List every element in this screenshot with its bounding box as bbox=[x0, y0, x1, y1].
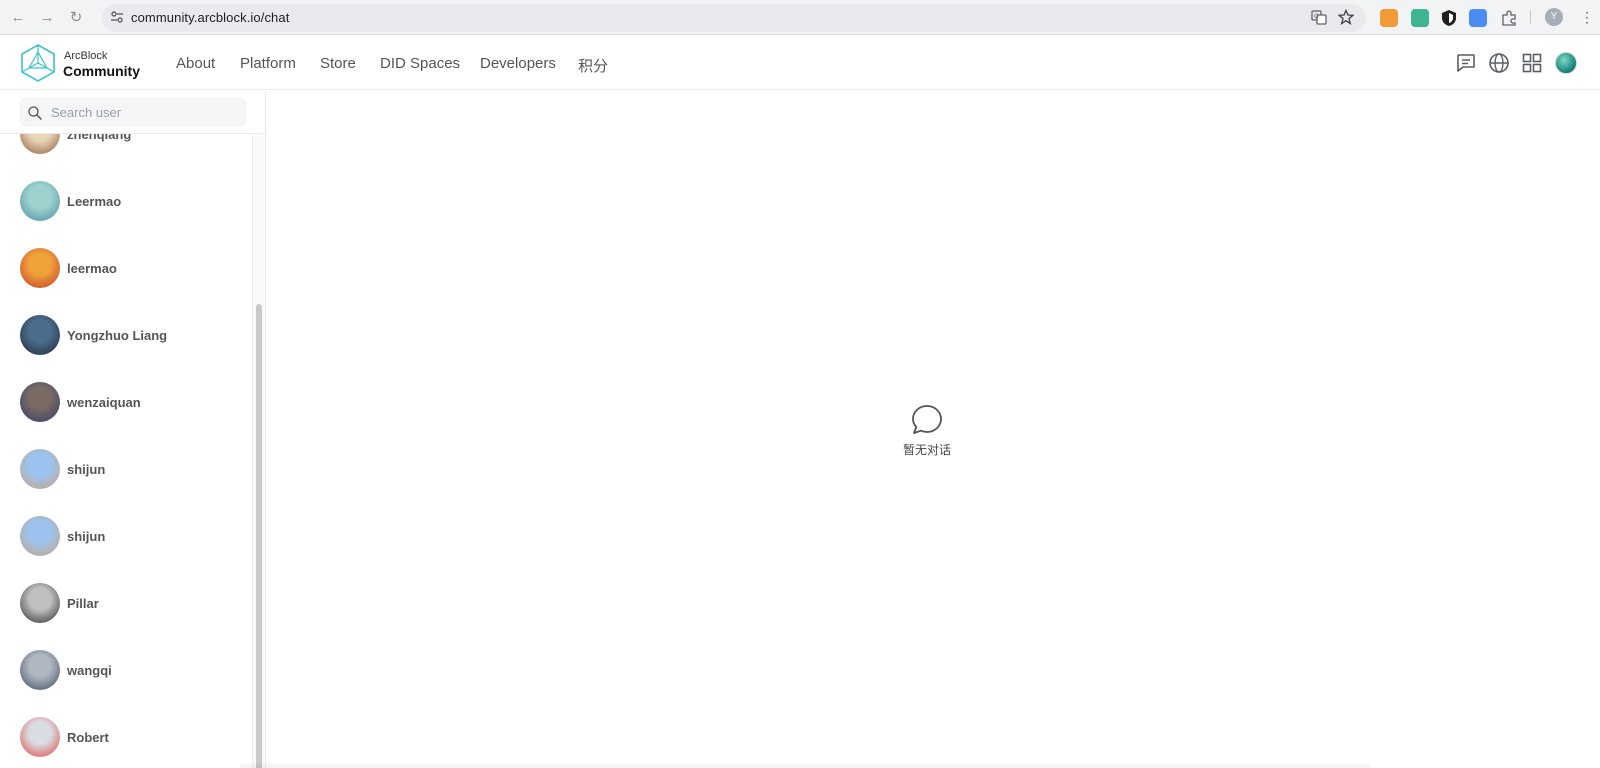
address-bar[interactable] bbox=[102, 4, 1366, 32]
list-item[interactable]: shijun bbox=[0, 437, 250, 501]
message-icon[interactable] bbox=[1454, 51, 1478, 75]
list-item[interactable]: shijun bbox=[0, 504, 250, 568]
browser-toolbar: ← → ↻ community.arcblock.io/chat G Y ⋮ bbox=[0, 0, 1600, 35]
browser-profile-avatar[interactable]: Y bbox=[1545, 8, 1563, 26]
nav-developers[interactable]: Developers bbox=[480, 55, 556, 72]
list-item[interactable]: wenzaiquan bbox=[0, 370, 250, 434]
list-item[interactable]: Yongzhuo Liang bbox=[0, 303, 250, 367]
list-item[interactable]: Robert bbox=[0, 705, 250, 768]
list-item[interactable]: leermao bbox=[0, 236, 250, 300]
user-name: Leermao bbox=[67, 194, 122, 209]
brand-name: ArcBlock bbox=[64, 50, 108, 62]
search-box[interactable] bbox=[20, 98, 246, 126]
url-text[interactable]: community.arcblock.io/chat bbox=[131, 10, 289, 25]
scrollbar-track[interactable] bbox=[252, 134, 264, 768]
avatar bbox=[20, 181, 60, 221]
nav-did-spaces[interactable]: DID Spaces bbox=[380, 55, 460, 72]
search-input[interactable] bbox=[51, 102, 239, 122]
avatar bbox=[20, 134, 60, 154]
avatar bbox=[20, 516, 60, 556]
avatar bbox=[20, 650, 60, 690]
forward-icon[interactable]: → bbox=[37, 8, 57, 28]
nav-platform[interactable]: Platform bbox=[240, 55, 296, 72]
brand-product: Community bbox=[63, 63, 140, 79]
empty-state: 暂无对话 bbox=[887, 403, 967, 458]
avatar bbox=[20, 583, 60, 623]
user-name: Yongzhuo Liang bbox=[67, 328, 168, 343]
list-item[interactable]: zhenqiang bbox=[0, 134, 250, 166]
scrollbar-thumb[interactable] bbox=[256, 304, 262, 768]
bottom-shadow bbox=[240, 762, 1370, 768]
user-name: zhenqiang bbox=[67, 134, 132, 142]
grid-icon[interactable] bbox=[1520, 51, 1544, 75]
nav-store[interactable]: Store bbox=[320, 55, 356, 72]
empty-state-text: 暂无对话 bbox=[902, 443, 951, 457]
avatar bbox=[20, 717, 60, 757]
user-name: wangqi bbox=[67, 663, 112, 678]
fox-extension-icon[interactable] bbox=[1380, 9, 1398, 27]
site-info-icon[interactable] bbox=[110, 10, 124, 24]
user-name: shijun bbox=[67, 462, 106, 477]
list-item[interactable]: Leermao bbox=[0, 169, 250, 233]
globe-icon[interactable] bbox=[1487, 51, 1511, 75]
list-item[interactable]: wangqi bbox=[0, 638, 250, 702]
avatar bbox=[20, 449, 60, 489]
back-icon[interactable]: ← bbox=[8, 8, 28, 28]
translate-icon[interactable]: G bbox=[1311, 9, 1327, 25]
user-name: leermao bbox=[67, 261, 117, 276]
star-icon[interactable] bbox=[1338, 9, 1354, 25]
user-name: Robert bbox=[67, 730, 109, 745]
browser-menu-icon[interactable]: ⋮ bbox=[1580, 8, 1594, 26]
user-name: shijun bbox=[67, 529, 106, 544]
wallet-extension-icon[interactable] bbox=[1411, 9, 1429, 27]
arcblock-logo[interactable] bbox=[20, 44, 56, 82]
blue-extension-icon[interactable] bbox=[1469, 9, 1487, 27]
chat-bubble-icon bbox=[912, 405, 942, 434]
search-icon bbox=[28, 106, 42, 120]
toolbar-divider bbox=[1530, 10, 1531, 24]
svg-text:G: G bbox=[1314, 14, 1319, 20]
puzzle-icon[interactable] bbox=[1500, 9, 1518, 27]
chat-sidebar: zhenqiang Leermao leermao Yongzhuo Liang… bbox=[0, 91, 266, 768]
reload-icon[interactable]: ↻ bbox=[66, 8, 86, 28]
user-name: wenzaiquan bbox=[67, 395, 141, 410]
avatar bbox=[20, 382, 60, 422]
avatar bbox=[20, 315, 60, 355]
user-list: zhenqiang Leermao leermao Yongzhuo Liang… bbox=[0, 134, 250, 768]
user-avatar[interactable] bbox=[1555, 52, 1577, 74]
chat-main-panel: 暂无对话 bbox=[267, 91, 1600, 768]
shield-icon[interactable] bbox=[1440, 9, 1458, 27]
avatar bbox=[20, 248, 60, 288]
nav-about[interactable]: About bbox=[176, 55, 215, 72]
nav-points[interactable]: 积分 bbox=[578, 55, 608, 76]
list-item[interactable]: Pillar bbox=[0, 571, 250, 635]
user-name: Pillar bbox=[67, 596, 99, 611]
app-header: ArcBlock Community About Platform Store … bbox=[0, 36, 1600, 90]
